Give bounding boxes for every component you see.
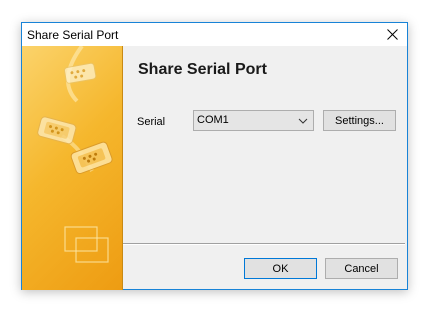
serial-port-select[interactable]: COM1	[193, 110, 314, 131]
close-button[interactable]	[377, 23, 407, 46]
ok-button[interactable]: OK	[244, 258, 317, 279]
title-bar[interactable]: Share Serial Port	[22, 23, 407, 46]
close-icon	[386, 29, 398, 40]
serial-label: Serial	[137, 116, 166, 128]
cancel-button[interactable]: Cancel	[325, 258, 398, 279]
window-title: Share Serial Port	[27, 28, 119, 42]
separator-highlight	[123, 244, 405, 245]
chevron-down-icon	[298, 118, 308, 124]
share-serial-port-dialog: Share Serial Port Share Serial Port Seri…	[21, 22, 408, 290]
serial-port-value: COM1	[197, 114, 229, 126]
dialog-content: Share Serial Port Serial COM1 Settings..…	[123, 46, 407, 290]
overlapping-windows-icon	[64, 226, 109, 263]
settings-button[interactable]: Settings...	[323, 110, 396, 131]
page-title: Share Serial Port	[138, 61, 267, 78]
side-banner	[22, 46, 123, 290]
